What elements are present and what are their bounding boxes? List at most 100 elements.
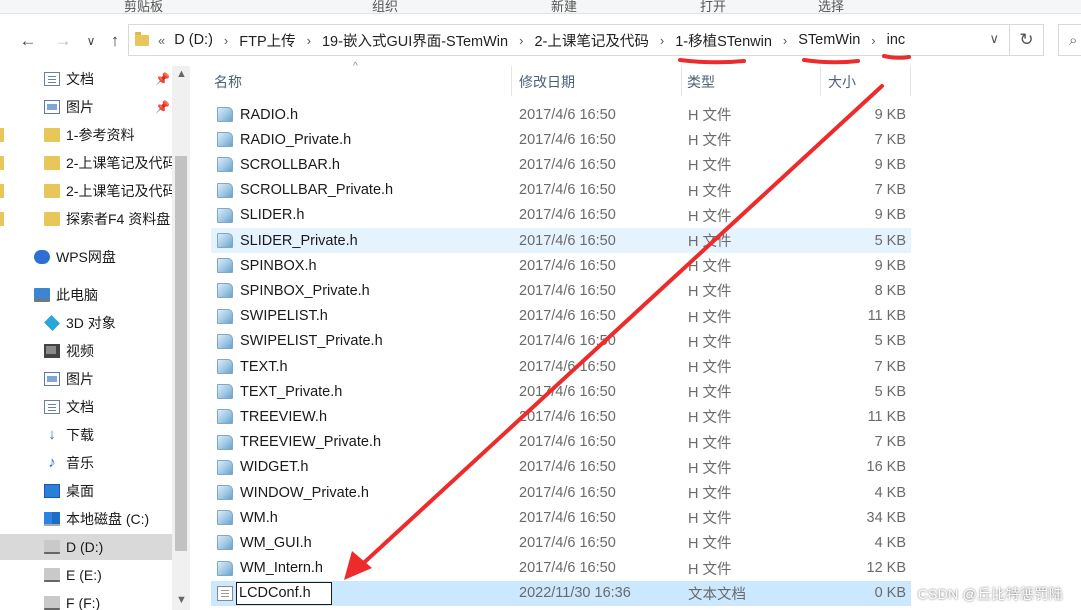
column-divider[interactable] [820, 66, 821, 96]
sidebar-item-documents[interactable]: 文档 [0, 394, 172, 420]
pin-icon[interactable]: 📌 [155, 72, 170, 86]
sidebar-item-downloads[interactable]: ↓ 下载 [0, 422, 172, 448]
file-row[interactable]: SLIDER.h 2017/4/6 16:50 H 文件 9 KB [211, 203, 911, 228]
watermark: CSDN @丘比特惩罚陆 [917, 586, 1063, 602]
navigation-scrollbar[interactable]: ▲ ▼ [172, 66, 190, 610]
breadcrumb-notes[interactable]: 2-上课笔记及代码 [534, 30, 648, 51]
document-icon [44, 400, 60, 414]
sidebar-item-music[interactable]: ♪ 音乐 [0, 450, 172, 476]
refresh-button[interactable]: ↻ [1010, 24, 1044, 56]
file-row[interactable]: SLIDER_Private.h 2017/4/6 16:50 H 文件 5 KB [211, 228, 911, 253]
breadcrumb-port[interactable]: 1-移植STenwin [675, 30, 772, 51]
forward-button[interactable]: → [52, 30, 74, 52]
sidebar-item-drive-f[interactable]: F (F:) [0, 590, 172, 610]
file-type: H 文件 [688, 486, 732, 502]
sidebar-item-drive-d[interactable]: D (D:) [0, 534, 172, 560]
file-row[interactable]: TEXT_Private.h 2017/4/6 16:50 H 文件 5 KB [211, 379, 911, 404]
file-size: 11 KB [867, 308, 906, 325]
file-row[interactable]: WINDOW_Private.h 2017/4/6 16:50 H 文件 4 KB [211, 480, 911, 505]
file-row[interactable]: SCROLLBAR_Private.h 2017/4/6 16:50 H 文件 7 K… [211, 178, 911, 203]
file-modified-date: 2017/4/6 16:50 [519, 308, 616, 325]
file-row[interactable]: WIDGET.h 2017/4/6 16:50 H 文件 16 KB [211, 455, 911, 480]
column-divider[interactable] [511, 66, 512, 96]
breadcrumb-gui-course[interactable]: 19-嵌入式GUI界面-STemWin [322, 30, 508, 51]
file-modified-date: 2017/4/6 16:50 [519, 207, 616, 224]
file-row[interactable]: SPINBOX.h 2017/4/6 16:50 H 文件 9 KB [211, 253, 911, 278]
header-file-icon [217, 434, 233, 450]
scroll-down-icon[interactable]: ▼ [176, 594, 187, 606]
sidebar-item-label: 3D 对象 [66, 315, 116, 331]
file-size: 9 KB [874, 156, 906, 173]
up-button[interactable]: ↑ [104, 30, 126, 52]
sidebar-item-notes-2[interactable]: 2-上课笔记及代码 [0, 178, 176, 204]
breadcrumb-ftp[interactable]: FTP上传 [239, 30, 295, 51]
file-name: SCROLLBAR_Private.h [240, 182, 394, 199]
file-size: 9 KB [874, 106, 906, 123]
sidebar-item-explorer-f4[interactable]: 探索者F4 资料盘 [0, 206, 172, 232]
sidebar-item-drive-c[interactable]: 本地磁盘 (C:) [0, 506, 172, 532]
file-row[interactable]: WM_Intern.h 2017/4/6 16:50 H 文件 12 KB [211, 556, 911, 581]
breadcrumb-overflow-button[interactable]: « [158, 33, 165, 48]
sidebar-item-pictures[interactable]: 图片 [0, 366, 172, 392]
back-button[interactable]: ← [17, 30, 39, 52]
file-name: TEXT.h [240, 358, 288, 375]
column-divider[interactable] [910, 66, 911, 96]
chevron-right-icon[interactable]: › [519, 33, 523, 48]
file-row[interactable]: RADIO.h 2017/4/6 16:50 H 文件 9 KB [211, 102, 911, 127]
navigation-pane: 文档 📌 图片 📌 1-参考资料 2-上课笔记及代码 2-上课笔记及代码 探索者… [0, 66, 190, 610]
rename-input[interactable]: LCDConf.h [236, 581, 332, 605]
sidebar-item-this-pc[interactable]: 此电脑 [0, 282, 172, 308]
sidebar-item-drive-e[interactable]: E (E:) [0, 562, 172, 588]
scrollbar-thumb[interactable] [175, 156, 187, 551]
pictures-icon [44, 372, 60, 386]
file-row[interactable]: SWIPELIST.h 2017/4/6 16:50 H 文件 11 KB [211, 304, 911, 329]
column-size[interactable]: 大小 [828, 72, 856, 92]
file-row[interactable]: TREEVIEW_Private.h 2017/4/6 16:50 H 文件 7 KB [211, 430, 911, 455]
file-row[interactable]: SCROLLBAR.h 2017/4/6 16:50 H 文件 9 KB [211, 152, 911, 177]
sidebar-item-desktop[interactable]: 桌面 [0, 478, 172, 504]
sidebar-item-wps[interactable]: WPS网盘 [0, 244, 172, 270]
column-type[interactable]: 类型 [687, 72, 715, 92]
recent-locations-button[interactable]: ∨ [80, 30, 102, 52]
column-name[interactable]: 名称 [214, 72, 242, 92]
sidebar-item-label: 1-参考资料 [66, 127, 135, 143]
file-name: TREEVIEW.h [240, 408, 328, 425]
sidebar-item-pictures-quick[interactable]: 图片 📌 [0, 94, 172, 120]
chevron-right-icon[interactable]: › [660, 33, 664, 48]
ribbon-group-open: 打开 [700, 0, 727, 14]
column-date[interactable]: 修改日期 [519, 72, 575, 92]
breadcrumb-drive[interactable]: D (D:) [174, 32, 213, 48]
sidebar-item-documents-quick[interactable]: 文档 📌 [0, 66, 172, 92]
file-row[interactable]: LCDConf.h 2022/11/30 16:36 文本文档 0 KB [211, 580, 911, 606]
file-name: TREEVIEW_Private.h [240, 434, 382, 451]
file-modified-date: 2017/4/6 16:50 [519, 333, 616, 350]
sidebar-item-videos[interactable]: 视频 [0, 338, 172, 364]
chevron-right-icon[interactable]: › [871, 33, 875, 48]
chevron-right-icon[interactable]: › [783, 33, 787, 48]
scroll-up-icon[interactable]: ▲ [176, 68, 187, 80]
file-type: H 文件 [688, 234, 732, 250]
search-input[interactable]: ⌕ [1058, 24, 1081, 56]
file-row[interactable]: SWIPELIST_Private.h 2017/4/6 16:50 H 文件 5 K… [211, 329, 911, 354]
sidebar-item-label: 视频 [66, 343, 94, 359]
column-divider[interactable] [681, 66, 682, 96]
file-row[interactable]: SPINBOX_Private.h 2017/4/6 16:50 H 文件 8 KB [211, 278, 911, 303]
breadcrumb-stemwin[interactable]: STemWin [798, 32, 860, 48]
address-history-dropdown[interactable]: ∨ [989, 31, 999, 47]
address-bar[interactable]: « D (D:) › FTP上传 › 19-嵌入式GUI界面-STemWin ›… [128, 24, 1010, 56]
breadcrumb-inc[interactable]: inc [887, 32, 906, 48]
file-row[interactable]: RADIO_Private.h 2017/4/6 16:50 H 文件 7 KB [211, 127, 911, 152]
pin-icon[interactable]: 📌 [155, 100, 170, 114]
file-row[interactable]: WM.h 2017/4/6 16:50 H 文件 34 KB [211, 505, 911, 530]
sidebar-item-label: 图片 [66, 371, 94, 387]
file-row[interactable]: WM_GUI.h 2017/4/6 16:50 H 文件 4 KB [211, 530, 911, 555]
file-row[interactable]: TREEVIEW.h 2017/4/6 16:50 H 文件 11 KB [211, 404, 911, 429]
file-row[interactable]: TEXT.h 2017/4/6 16:50 H 文件 7 KB [211, 354, 911, 379]
file-type: H 文件 [688, 435, 732, 452]
chevron-right-icon[interactable]: › [307, 33, 311, 48]
sidebar-item-notes-1[interactable]: 2-上课笔记及代码 [0, 150, 176, 176]
sidebar-item-reference[interactable]: 1-参考资料 [0, 122, 172, 148]
chevron-right-icon[interactable]: › [224, 33, 228, 48]
sidebar-item-3d-objects[interactable]: 3D 对象 [0, 310, 172, 336]
ribbon-group-organize: 组织 [372, 0, 399, 14]
